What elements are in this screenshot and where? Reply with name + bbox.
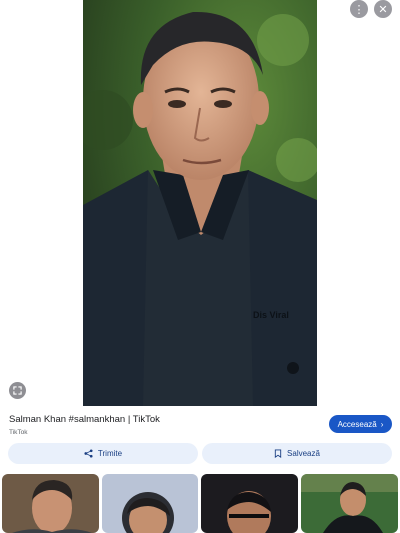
thumbnail-photo (102, 474, 198, 533)
portrait-photo: Dis Viral (83, 0, 317, 406)
related-image-4[interactable] (301, 474, 398, 533)
close-icon: ✕ (378, 3, 388, 16)
share-icon (84, 449, 93, 458)
chevron-right-icon: › (380, 419, 384, 429)
watermark-text: Dis Viral (253, 310, 289, 320)
save-label: Salvează (287, 449, 320, 458)
save-button[interactable]: Salvează (202, 443, 392, 464)
visit-label: Accesează (337, 419, 377, 429)
thumbnail-photo (301, 474, 398, 533)
visit-button[interactable]: Accesează › (329, 415, 392, 433)
lens-icon (13, 386, 22, 395)
thumbnail-photo (2, 474, 99, 533)
visual-search-button[interactable] (9, 382, 26, 399)
result-title[interactable]: Salman Khan #salmankhan | TikTok (9, 414, 160, 425)
close-button[interactable]: ✕ (374, 0, 392, 18)
bookmark-icon (274, 449, 282, 458)
thumbnail-photo (201, 474, 298, 533)
share-button[interactable]: Trimite (8, 443, 198, 464)
more-vertical-icon: ⋮ (353, 3, 365, 16)
related-image-3[interactable] (201, 474, 298, 533)
share-label: Trimite (97, 449, 123, 458)
related-image-2[interactable] (102, 474, 198, 533)
more-options-button[interactable]: ⋮ (350, 0, 368, 18)
result-source: TikTok (9, 429, 28, 436)
related-images (0, 474, 400, 533)
image-viewer: ⋮ ✕ Dis Viral Salman Khan #salmankhan | … (0, 0, 400, 533)
related-image-1[interactable] (2, 474, 99, 533)
main-image[interactable]: Dis Viral (83, 0, 317, 406)
